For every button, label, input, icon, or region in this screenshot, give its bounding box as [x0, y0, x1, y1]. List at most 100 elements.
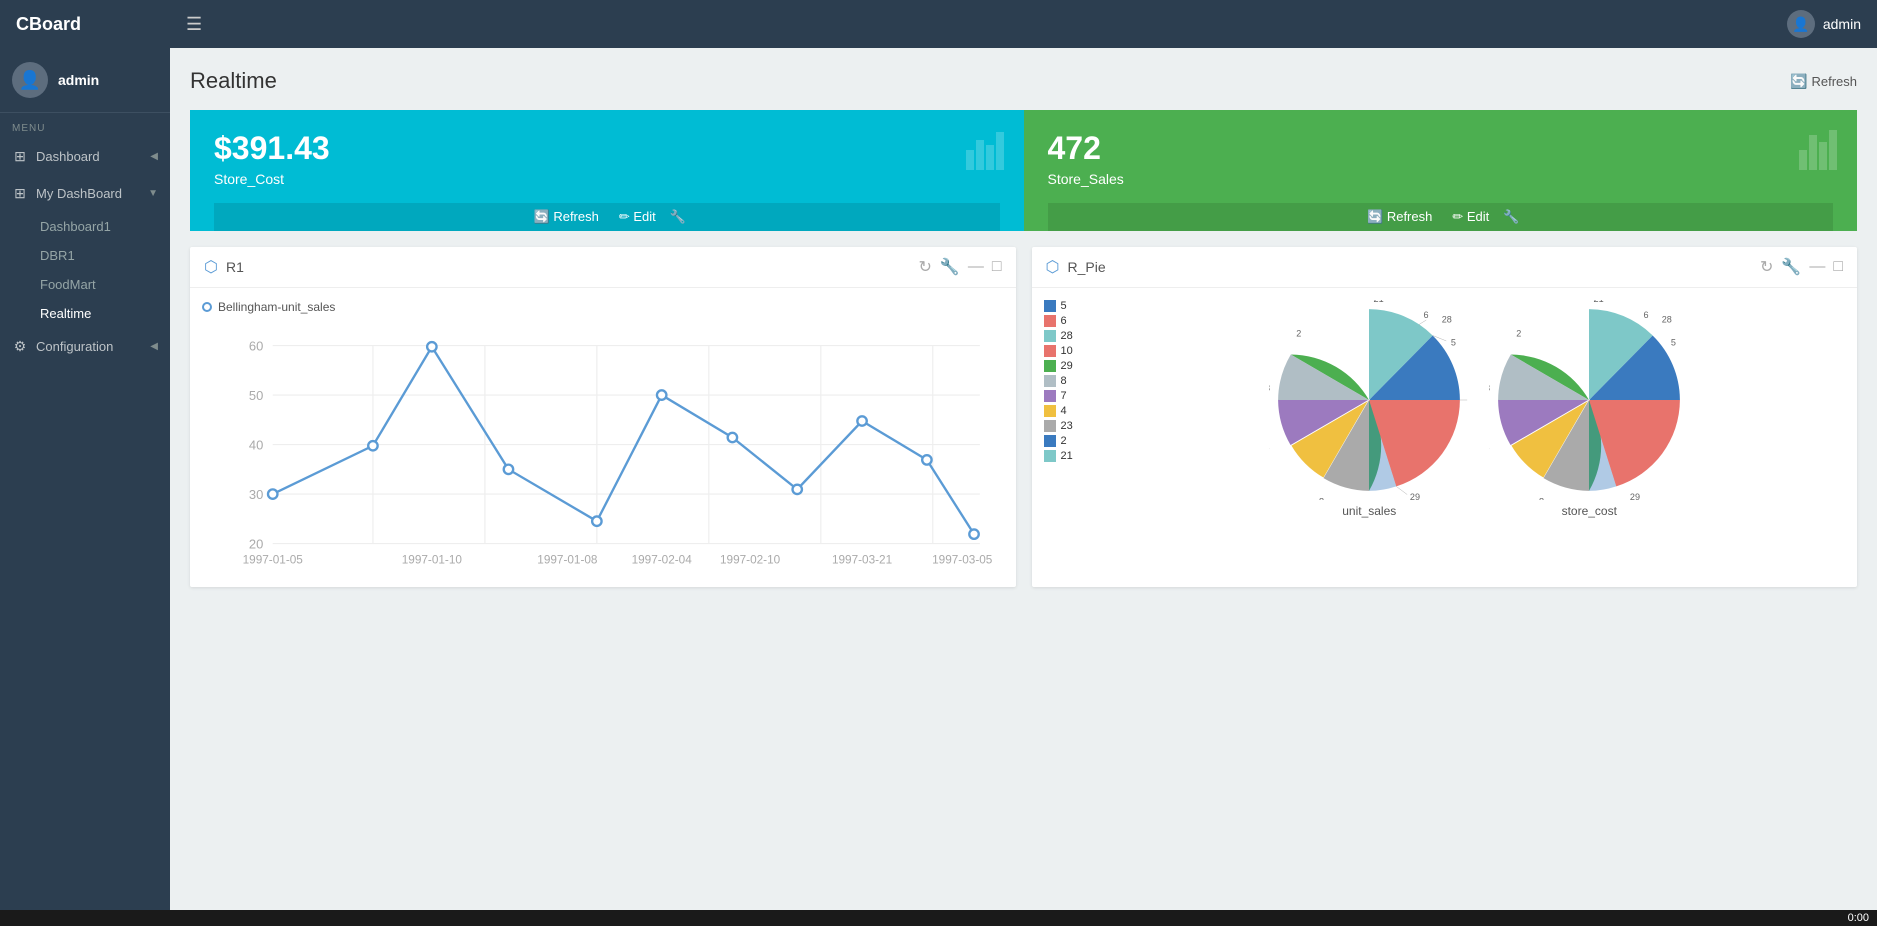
sidebar-item-foodmart[interactable]: FoodMart [28, 270, 170, 299]
stat-card-2-edit[interactable]: ✏ Edit [1452, 209, 1489, 225]
store-sales-label: Store_Sales [1048, 171, 1834, 187]
panel-r1-actions: ↻ 🔧 — □ [919, 257, 1002, 277]
chevron-left-icon: ◀ [150, 151, 158, 162]
panel-r1-refresh-icon[interactable]: ↻ [919, 257, 932, 277]
legend-label: 2 [1061, 435, 1067, 447]
panel-r1-maximize-icon[interactable]: □ [992, 258, 1002, 276]
sidebar-item-dbr1[interactable]: DBR1 [28, 241, 170, 270]
r1-chart-svg: 20 30 40 50 60 [202, 322, 1004, 570]
sidebar-username: admin [58, 72, 99, 88]
panel-r1-title: R1 [226, 259, 244, 275]
sidebar-item-mydashboard[interactable]: ⊞ My DashBoard ▼ [0, 175, 170, 212]
svg-text:21: 21 [1374, 300, 1384, 304]
svg-text:1997-03-05: 1997-03-05 [932, 554, 993, 567]
svg-text:28: 28 [1442, 315, 1452, 325]
nav-toggle-icon[interactable]: ☰ [186, 14, 202, 35]
stat-card-1-wrench-icon[interactable]: 🔧 [670, 209, 686, 225]
legend-color [1044, 330, 1056, 342]
legend-label: 29 [1061, 360, 1073, 372]
panel-rpie-icon: ⬡ [1046, 257, 1060, 277]
user-avatar-icon: 👤 [1787, 10, 1815, 38]
stat-card-2-footer[interactable]: 🔄 Refresh ✏ Edit 🔧 [1048, 203, 1834, 231]
sidebar-item-realtime[interactable]: Realtime [28, 299, 170, 328]
pie-chart-unit-sales: 5 10 29 8 7 23 2 [1269, 300, 1469, 518]
status-time: 0:00 [1848, 912, 1869, 924]
legend-label: 10 [1061, 345, 1073, 357]
svg-text:60: 60 [249, 338, 263, 353]
sidebar-item-label: Configuration [36, 339, 142, 354]
panel-rpie-settings-icon[interactable]: 🔧 [1781, 257, 1801, 277]
sidebar-menu-label: MENU [0, 113, 170, 138]
legend-label: 6 [1061, 315, 1067, 327]
svg-text:7: 7 [1489, 447, 1490, 457]
navbar: CBoard ☰ 👤 admin [0, 0, 1877, 48]
sidebar-item-label: Dashboard [36, 149, 142, 164]
svg-text:8: 8 [1539, 497, 1544, 500]
stat-card-1-refresh[interactable]: 🔄 Refresh [534, 209, 599, 225]
svg-text:6: 6 [1424, 310, 1429, 320]
panel-r1-icon: ⬡ [204, 257, 218, 277]
page-header: Realtime 🔄 Refresh [190, 68, 1857, 94]
svg-text:21: 21 [1594, 300, 1604, 304]
svg-text:23: 23 [1489, 383, 1490, 393]
r1-legend: Bellingham-unit_sales [202, 300, 1004, 314]
legend-dot [202, 302, 212, 312]
sidebar-item-dashboard1[interactable]: Dashboard1 [28, 212, 170, 241]
svg-text:2: 2 [1297, 328, 1302, 338]
panel-r1-settings-icon[interactable]: 🔧 [940, 257, 960, 277]
legend-item-21: 21 [1044, 450, 1104, 462]
legend-color [1044, 390, 1056, 402]
legend-item-4: 4 [1044, 405, 1104, 417]
sidebar-item-configuration[interactable]: ⚙ Configuration ◀ [0, 328, 170, 365]
dashboard-icon: ⊞ [12, 148, 28, 165]
bar-chart-icon [966, 130, 1004, 170]
legend-color [1044, 420, 1056, 432]
navbar-username: admin [1823, 16, 1861, 32]
panel-rpie-title: R_Pie [1067, 259, 1105, 275]
navbar-right: 👤 admin [1787, 10, 1861, 38]
stat-card-store-cost: $391.43 Store_Cost 🔄 Refresh ✏ Edit 🔧 [190, 110, 1024, 231]
stat-card-1-edit[interactable]: ✏ Edit [619, 209, 656, 225]
sidebar-user: 👤 admin [0, 48, 170, 113]
legend-color [1044, 360, 1056, 372]
panel-r1-minimize-icon[interactable]: — [968, 258, 984, 276]
panel-rpie-refresh-icon[interactable]: ↻ [1760, 257, 1773, 277]
chart-panels: ⬡ R1 ↻ 🔧 — □ Bellingham-unit_sales [190, 247, 1857, 587]
svg-text:29: 29 [1410, 492, 1420, 500]
r1-legend-label: Bellingham-unit_sales [218, 300, 335, 314]
panel-r1: ⬡ R1 ↻ 🔧 — □ Bellingham-unit_sales [190, 247, 1016, 587]
legend-color [1044, 315, 1056, 327]
page-refresh-button[interactable]: 🔄 Refresh [1790, 73, 1857, 90]
stat-card-2-wrench-icon[interactable]: 🔧 [1503, 209, 1519, 225]
panel-rpie-maximize-icon[interactable]: □ [1833, 258, 1843, 276]
svg-text:7: 7 [1269, 447, 1270, 457]
svg-text:30: 30 [249, 487, 263, 502]
store-sales-value: 472 [1048, 130, 1834, 167]
legend-label: 4 [1061, 405, 1067, 417]
panel-r1-body: Bellingham-unit_sales [190, 288, 1016, 587]
svg-text:50: 50 [249, 388, 263, 403]
store-cost-label: Store_Cost [214, 171, 1000, 187]
svg-text:1997-02-10: 1997-02-10 [720, 554, 781, 567]
legend-label: 8 [1061, 375, 1067, 387]
legend-color [1044, 345, 1056, 357]
svg-text:23: 23 [1269, 383, 1270, 393]
stat-card-2-refresh[interactable]: 🔄 Refresh [1367, 209, 1432, 225]
legend-item-5: 5 [1044, 300, 1104, 312]
legend-color [1044, 435, 1056, 447]
legend-color [1044, 375, 1056, 387]
svg-text:1997-01-08: 1997-01-08 [537, 554, 598, 567]
svg-text:5: 5 [1671, 337, 1676, 347]
legend-label: 23 [1061, 420, 1073, 432]
svg-text:28: 28 [1662, 315, 1672, 325]
stat-card-1-footer[interactable]: 🔄 Refresh ✏ Edit 🔧 [214, 203, 1000, 231]
statusbar: 0:00 [0, 910, 1877, 926]
page-title: Realtime [190, 68, 277, 94]
legend-item-28: 28 [1044, 330, 1104, 342]
sidebar-item-dashboard[interactable]: ⊞ Dashboard ◀ [0, 138, 170, 175]
panel-rpie-minimize-icon[interactable]: — [1809, 258, 1825, 276]
pie-chart-2-label: store_cost [1489, 504, 1689, 518]
svg-text:6: 6 [1644, 310, 1649, 320]
svg-text:1997-02-04: 1997-02-04 [632, 554, 693, 567]
svg-text:40: 40 [249, 437, 263, 452]
